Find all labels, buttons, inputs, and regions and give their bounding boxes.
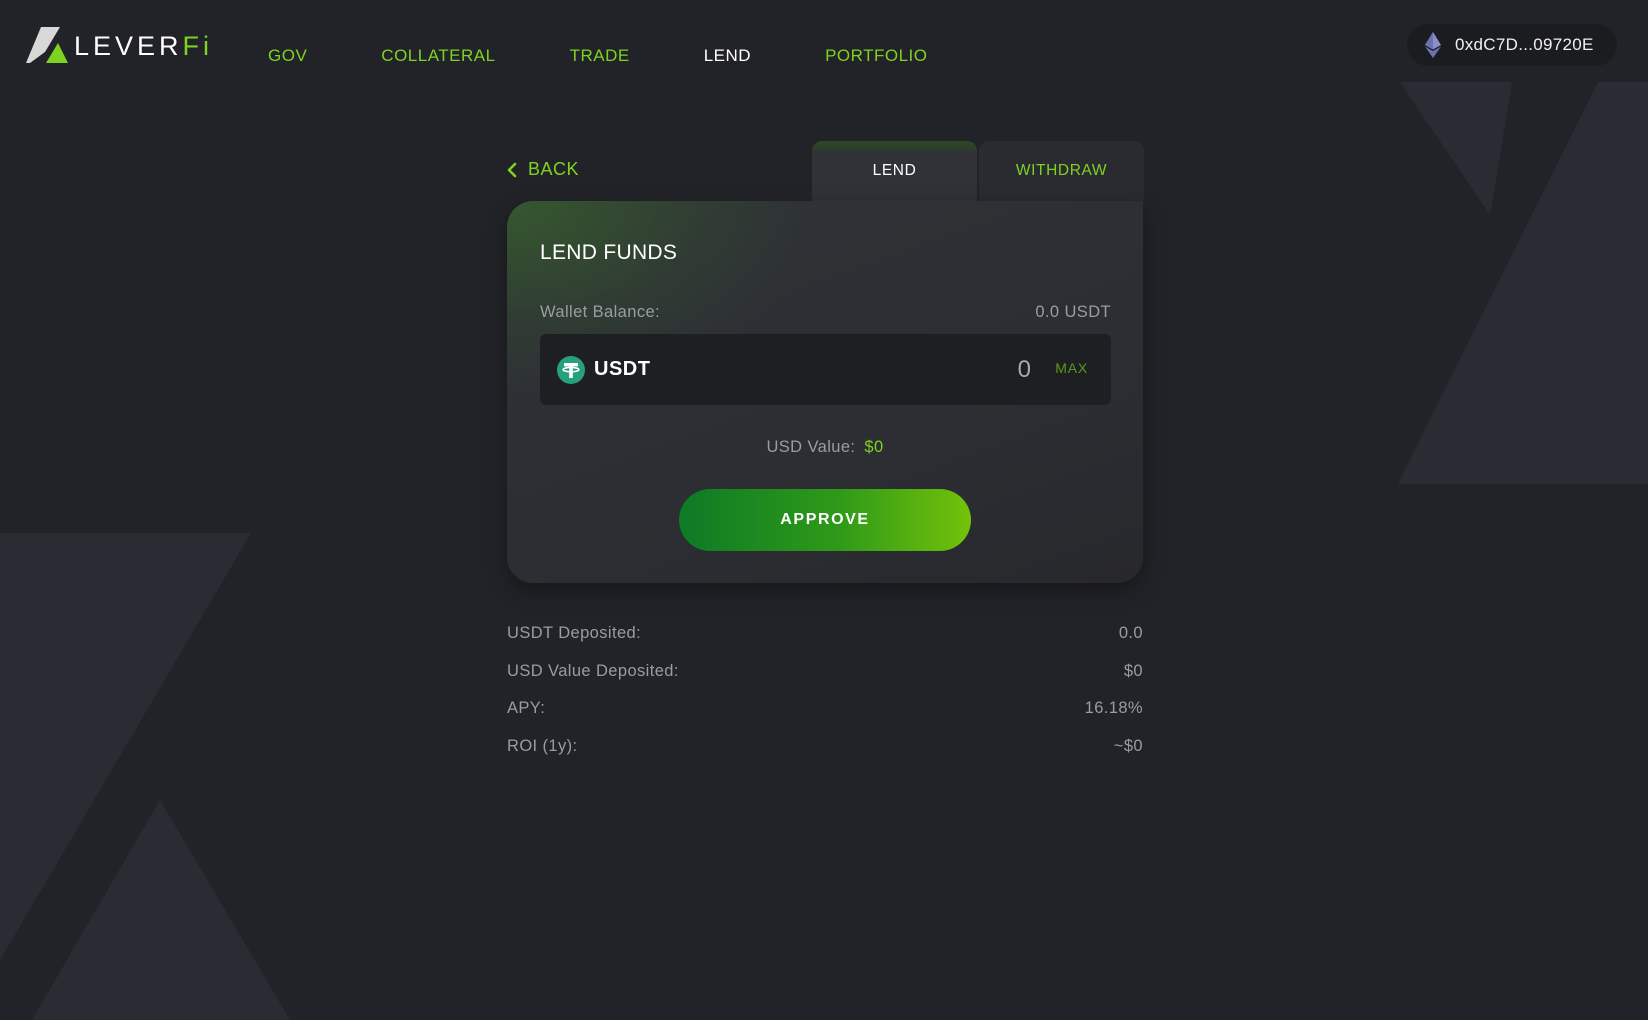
stat-value: $0 [1123,661,1143,680]
nav-item-gov[interactable]: GOV [268,46,307,66]
stat-label: USD Value Deposited: [507,661,679,680]
deposit-stats: USDT Deposited: 0.0 USD Value Deposited:… [507,624,1143,774]
leverfi-logo[interactable]: LEVERFi [26,26,213,66]
approve-button[interactable]: APPROVE [679,489,971,551]
leverfi-logo-icon [26,27,68,63]
usd-value-row: USD Value: $0 [507,438,1143,457]
wallet-address: 0xdC7D...09720E [1455,35,1594,54]
usd-value-label: USD Value: [766,438,856,456]
card-title: LEND FUNDS [540,241,678,264]
wallet-balance-value: 0.0 USDT [1035,303,1111,321]
nav-item-lend[interactable]: LEND [704,46,751,66]
stat-value: 0.0 [1118,624,1143,642]
stat-row-roi: ROI (1y): ~$0 [507,737,1143,775]
tab-withdraw[interactable]: WITHDRAW [979,141,1144,201]
tab-lend[interactable]: LEND [812,141,977,201]
stat-label: APY: [507,699,546,717]
chevron-left-icon [507,162,517,177]
stat-row-usd-value-deposited: USD Value Deposited: $0 [507,662,1143,700]
back-button[interactable]: BACK [507,159,579,180]
back-label: BACK [528,159,580,179]
logo-text-main: LEVER [74,30,183,61]
tether-icon [557,355,585,384]
stat-label: ROI (1y): [507,736,578,755]
stat-row-usdt-deposited: USDT Deposited: 0.0 [507,624,1143,662]
bg-slash-right [1398,82,1648,484]
lend-funds-card: LEND FUNDS Wallet Balance: 0.0 USDT USDT… [507,201,1143,583]
stat-row-apy: APY: 16.18% [507,699,1143,737]
stat-value: 16.18% [1084,699,1143,717]
logo-text: LEVERFi [74,31,213,62]
logo-text-accent: Fi [182,30,214,61]
wallet-address-button[interactable]: 0xdC7D...09720E [1407,24,1617,66]
lend-withdraw-tabs: LEND WITHDRAW [812,141,1144,201]
amount-input-box: USDT MAX [540,334,1111,405]
stat-value: ~$0 [1113,736,1143,755]
usd-value: $0 [864,438,884,456]
token-symbol: USDT [594,358,651,380]
nav-item-trade[interactable]: TRADE [570,46,630,66]
stat-label: USDT Deposited: [507,624,642,642]
top-navigation-bar: LEVERFi GOV COLLATERAL TRADE LEND PORTFO… [0,0,1648,110]
ethereum-icon [1425,32,1441,58]
max-button[interactable]: MAX [1055,360,1088,376]
wallet-balance-label: Wallet Balance: [540,303,661,321]
nav-item-portfolio[interactable]: PORTFOLIO [825,46,927,66]
amount-input[interactable] [831,352,1031,388]
nav-item-collateral[interactable]: COLLATERAL [381,46,495,66]
main-nav: GOV COLLATERAL TRADE LEND PORTFOLIO [268,46,1002,66]
